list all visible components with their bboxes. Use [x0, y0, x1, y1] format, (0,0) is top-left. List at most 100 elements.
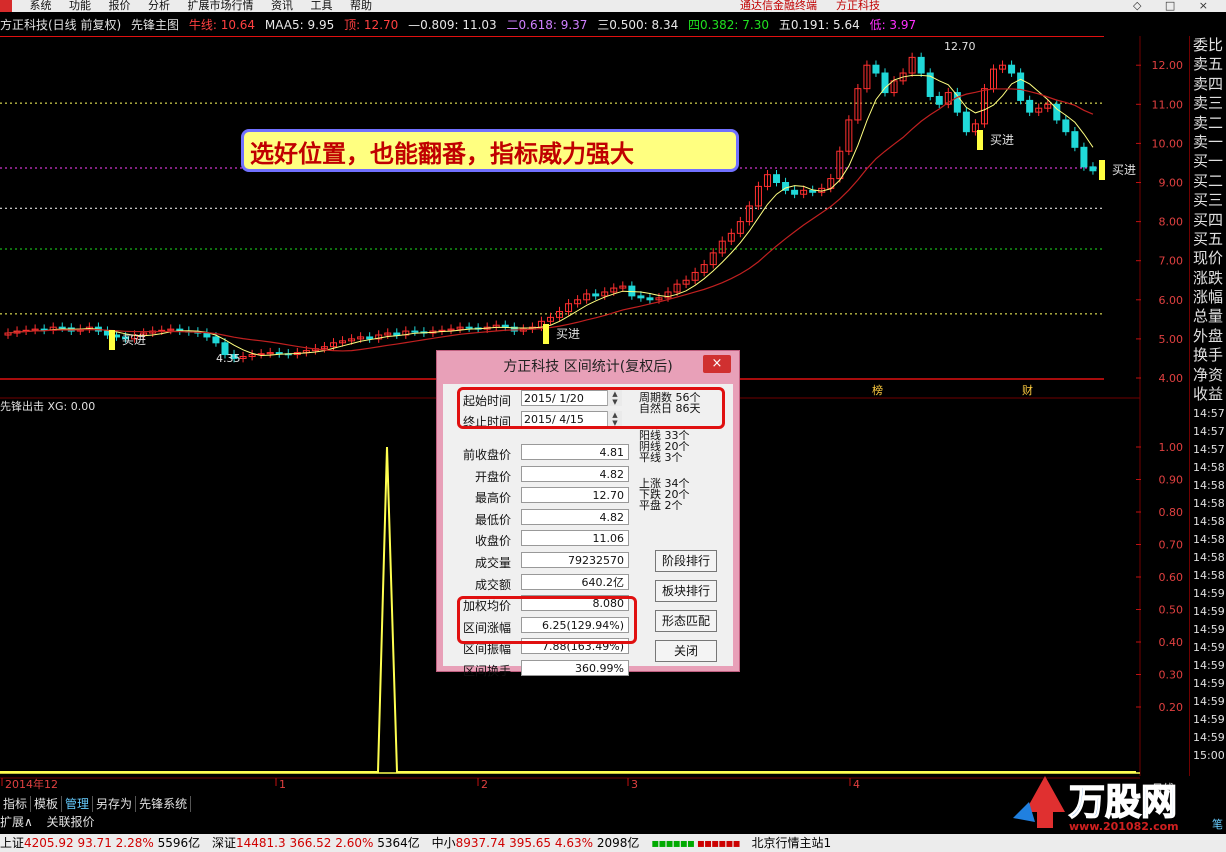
- candle-body: [962, 111, 970, 133]
- candle-body: [592, 293, 600, 297]
- pen-label[interactable]: 笔: [1212, 816, 1223, 832]
- candle-body: [872, 64, 880, 74]
- fib-0191-value: 五0.191: 5.64: [778, 18, 860, 32]
- tick-times-panel: 14:57 14:57 14:57 14:58 14:58 14:58 14:58 14:58…: [1193, 405, 1226, 815]
- stat-label: 成交量: [474, 556, 511, 570]
- dialog-close-button[interactable]: ×: [703, 355, 731, 373]
- stat-value-field: 4.81: [521, 444, 629, 460]
- sector-rank-button[interactable]: 板块排行: [655, 580, 717, 602]
- candle-body: [465, 326, 473, 329]
- menu-analysis[interactable]: 分析: [148, 0, 170, 12]
- stat-value-field: 12.70: [521, 487, 629, 504]
- menu-system[interactable]: 系统: [30, 0, 52, 12]
- candle-body: [1017, 72, 1025, 101]
- low-price-label: 4.35: [216, 352, 241, 365]
- fib-0500-value: 三0.500: 8.34: [597, 18, 679, 32]
- stock-title: 方正科技(日线 前复权): [0, 18, 122, 32]
- price-tick: 4.00: [1159, 372, 1184, 385]
- low-value: 低: 3.97: [869, 18, 917, 32]
- date-tick: 3: [631, 778, 638, 791]
- quote-field-label: 总量: [1193, 307, 1224, 326]
- app-logo-icon: [0, 0, 12, 12]
- indicator-toolbar: 指标 模板 管理 另存为 先锋系统: [0, 796, 1140, 812]
- chart-annotations: 12.704.35买进 买进买进买进榜财: [109, 40, 1136, 397]
- tick-time: 14:59: [1193, 623, 1225, 636]
- stat-label: 前收盘价: [462, 448, 511, 462]
- stat-label: 区间换手: [462, 664, 511, 678]
- menu-tools[interactable]: 工具: [311, 0, 333, 12]
- buy-signal-label: 买进: [556, 327, 580, 341]
- index-shenzhen[interactable]: 深证14481.3 366.52 2.60% 5364亿: [212, 834, 420, 852]
- quote-field-label: 卖三: [1193, 94, 1224, 113]
- quote-field-label: 买一: [1193, 152, 1224, 171]
- menu-info[interactable]: 资讯: [271, 0, 293, 12]
- sub-tick: 0.50: [1159, 604, 1184, 617]
- index-shanghai[interactable]: 上证4205.92 93.71 2.28% 5596亿: [0, 834, 200, 852]
- buy-signal-label: 买进: [990, 133, 1014, 147]
- tick-time: 14:58: [1193, 479, 1225, 492]
- tick-time: 14:57: [1193, 425, 1225, 438]
- menubar-stock: 方正科技: [836, 0, 880, 12]
- candle-body: [1026, 99, 1034, 113]
- indicator-name[interactable]: 先锋主图: [131, 18, 179, 32]
- buy-signal-label: 买进: [1112, 163, 1136, 177]
- close-button[interactable]: 关闭: [655, 640, 717, 662]
- tab-related-quote[interactable]: 关联报价: [46, 815, 94, 829]
- menu-function[interactable]: 功能: [69, 0, 91, 12]
- tick-time: 14:59: [1193, 731, 1225, 744]
- candle-body: [1089, 166, 1097, 172]
- tab-indicator[interactable]: 指标: [0, 796, 32, 812]
- candle-body: [58, 326, 66, 329]
- tab-template[interactable]: 模板: [31, 796, 63, 812]
- stat-label: 收盘价: [474, 534, 511, 549]
- dialog-title: 方正科技 区间统计(复权后): [503, 359, 673, 375]
- tab-expand[interactable]: 扩展∧: [0, 815, 33, 829]
- tick-time: 14:58: [1193, 461, 1225, 474]
- tick-time: 14:59: [1193, 695, 1225, 708]
- tab-save-as[interactable]: 另存为: [93, 796, 137, 812]
- quote-field-label: 买三: [1193, 191, 1224, 210]
- stat-label: 开盘价: [474, 469, 511, 484]
- quote-field-label: 卖一: [1193, 132, 1224, 151]
- menu-quote[interactable]: 报价: [109, 0, 131, 12]
- candle-body: [917, 56, 925, 74]
- price-tick: 7.00: [1159, 255, 1184, 268]
- pattern-match-button[interactable]: 形态匹配: [655, 610, 717, 632]
- price-axis: 12.00 11.00 10.00 9.00 8.00 7.00 6.00 5.00 4.00: [1136, 59, 1183, 385]
- price-tick: 9.00: [1159, 177, 1184, 190]
- index-smb[interactable]: 中小8937.74 395.65 4.63% 2098亿: [432, 834, 640, 852]
- watermark-text: 万股网: [1069, 782, 1177, 823]
- window-controls[interactable]: ◇ □ ×: [1133, 0, 1218, 12]
- interval-stats-dialog: 方正科技 区间统计(复权后) × 起始时间 2015/ 1/20 ▲ ▼ 终止时间…: [436, 350, 740, 678]
- menu-help[interactable]: 帮助: [350, 0, 372, 12]
- sub-tick: 1.00: [1159, 441, 1184, 454]
- menu-ext-market[interactable]: 扩展市场行情: [188, 0, 254, 12]
- date-tick: 1: [279, 778, 286, 791]
- server-name[interactable]: 北京行情主站1: [751, 834, 831, 852]
- quote-field-label: 收益: [1193, 385, 1224, 404]
- quote-field-label: 买二: [1193, 171, 1224, 190]
- sub-tick: 0.70: [1159, 539, 1184, 552]
- site-watermark: 万股网 www.201082.com: [1013, 776, 1179, 832]
- promo-banner: 选好位置，也能翻番，指标威力强大: [241, 129, 739, 172]
- price-tick: 6.00: [1159, 294, 1184, 307]
- sub-indicator-title[interactable]: 先锋出击 XG: 0.00: [0, 398, 95, 414]
- high-price-label: 12.70: [944, 40, 976, 53]
- signal-strength-icon: ▪▪▪▪▪▪ ▪▪▪▪▪▪: [651, 836, 740, 850]
- tab-manage[interactable]: 管理: [62, 796, 94, 812]
- tick-time: 15:00: [1193, 749, 1225, 762]
- sub-axis: 1.00 0.90 0.80 0.70 0.60 0.50 0.40 0.30 0.20: [1136, 441, 1183, 714]
- tab-pioneer-system[interactable]: 先锋系统: [136, 796, 192, 812]
- niu-line-value: 牛线: 10.64: [188, 18, 256, 32]
- price-tick: 8.00: [1159, 216, 1184, 229]
- sub-tick: 0.80: [1159, 506, 1184, 519]
- buy-signal-bar: [977, 130, 983, 150]
- quote-field-label: 买五: [1193, 229, 1224, 248]
- stage-rank-button[interactable]: 阶段排行: [655, 550, 717, 572]
- quote-field-label: 卖五: [1193, 55, 1224, 74]
- watermark-url: www.201082.com: [1069, 820, 1179, 832]
- tick-time: 14:59: [1193, 641, 1225, 654]
- quote-field-label: 卖二: [1193, 113, 1224, 132]
- candle-body: [935, 95, 943, 105]
- candlestick-series: [4, 52, 1097, 363]
